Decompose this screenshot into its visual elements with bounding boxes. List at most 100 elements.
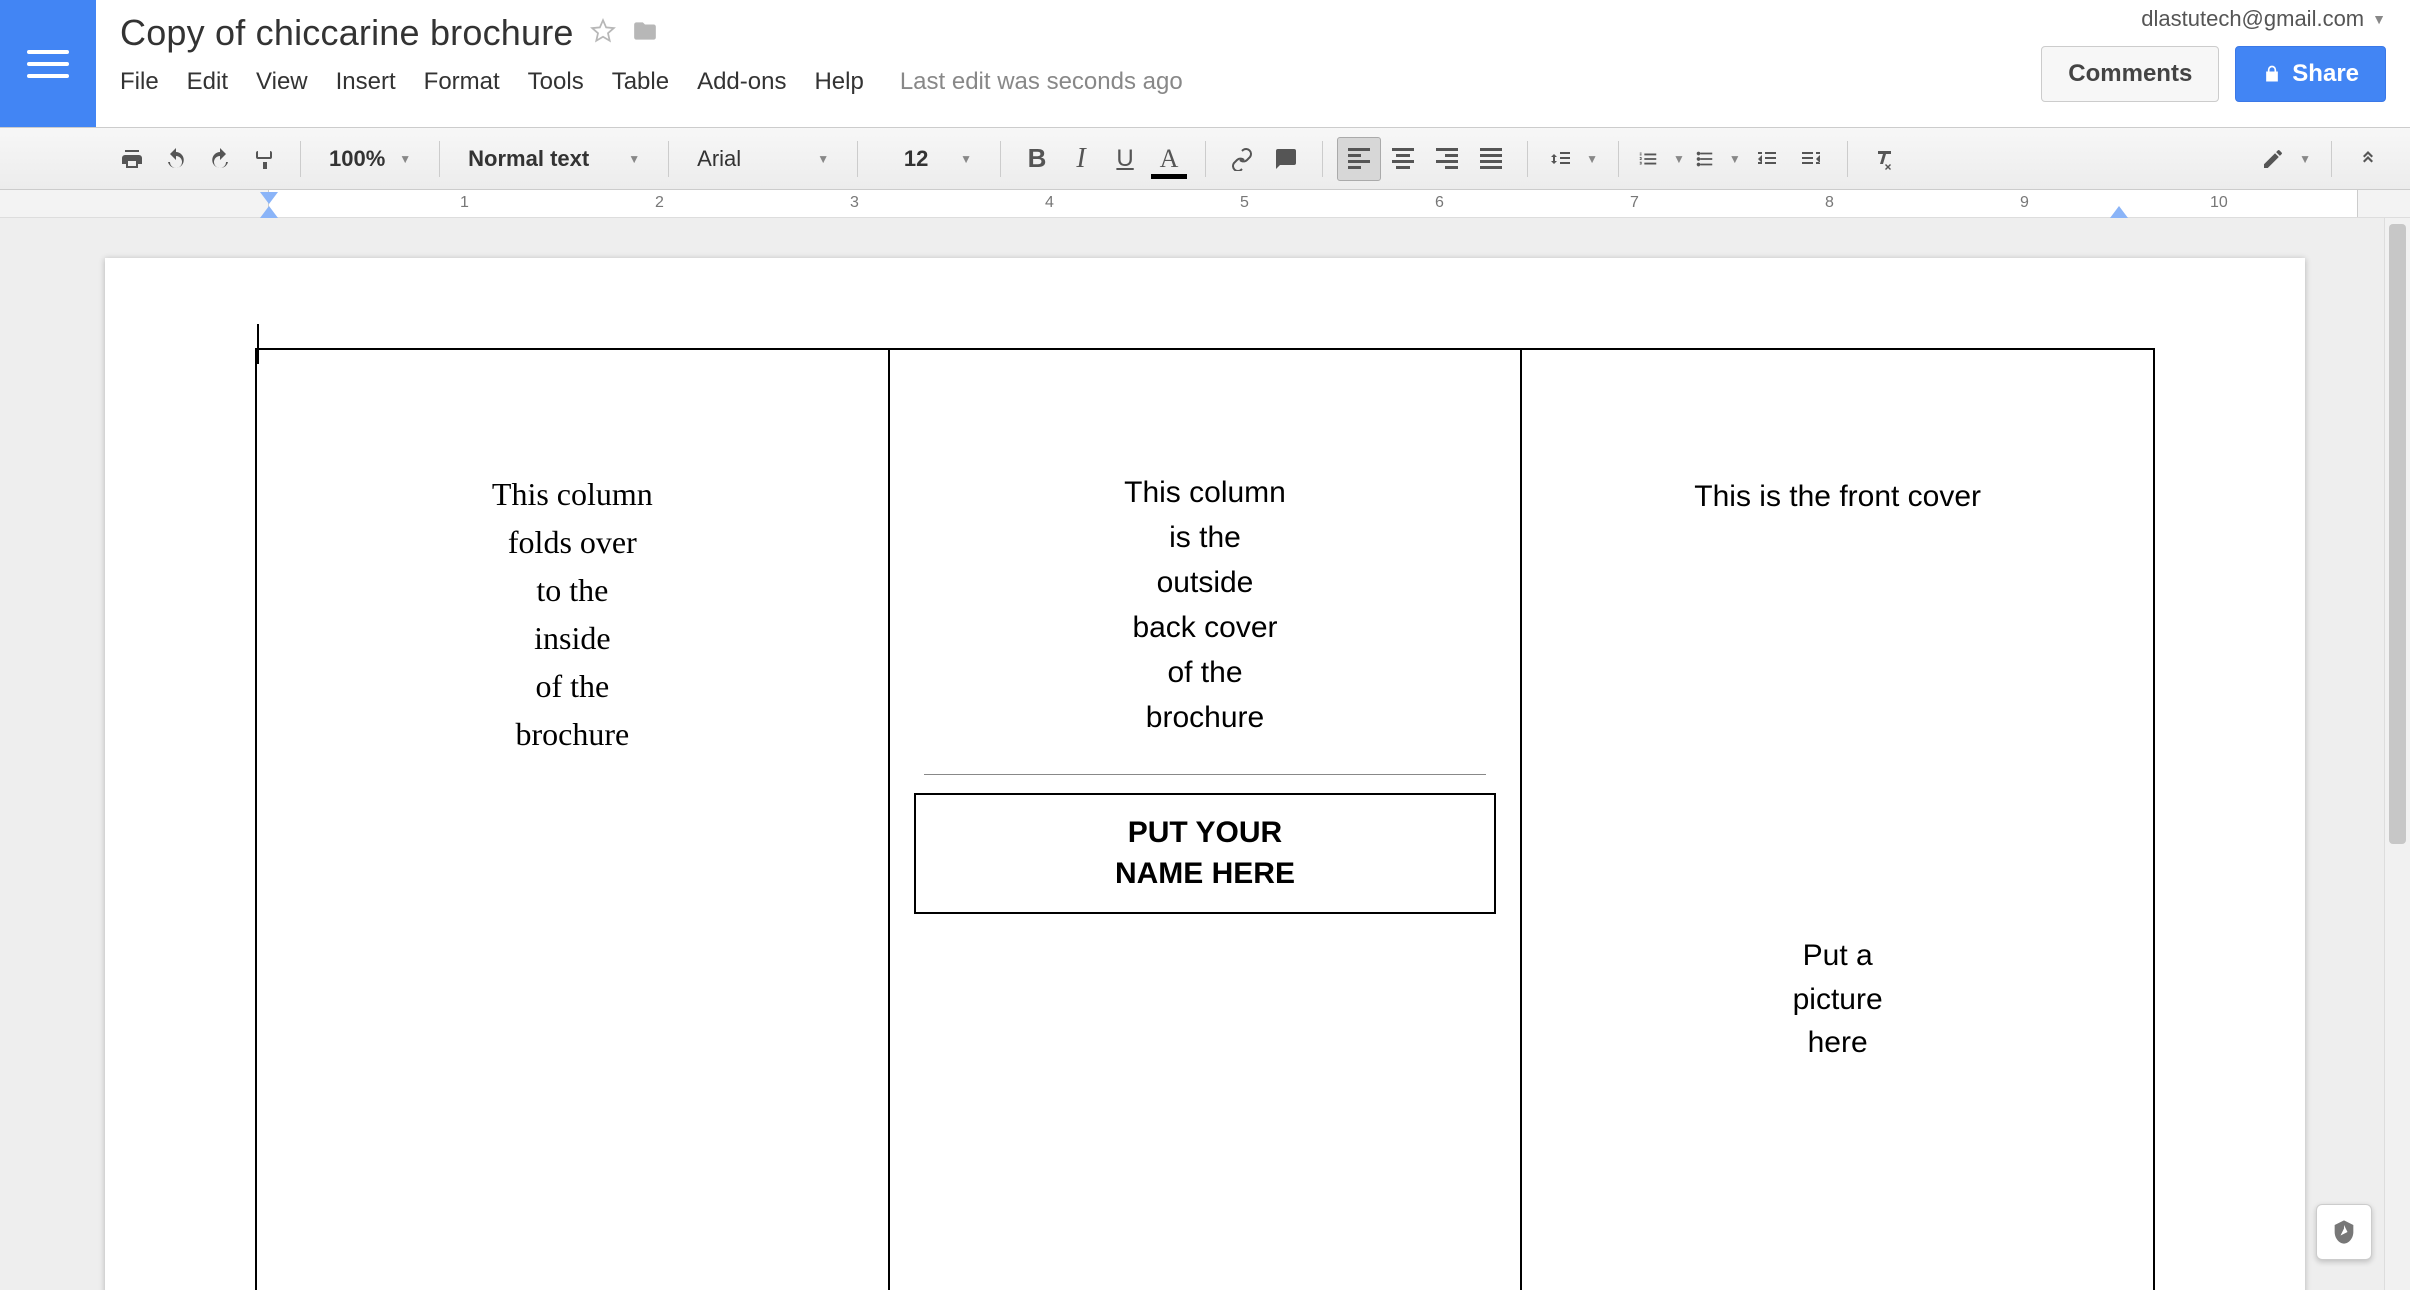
scrollbar-thumb[interactable] — [2389, 224, 2406, 844]
toolbar-separator — [1205, 141, 1206, 177]
name-box-line: NAME HERE — [926, 854, 1485, 895]
col1-line: of the — [281, 662, 864, 710]
mode-dropdown[interactable]: ▼ — [2255, 147, 2317, 171]
toolbar-group-align — [1337, 128, 1513, 189]
docs-header: Copy of chiccarine brochure File Edit Vi… — [0, 0, 2410, 128]
align-left-icon — [1348, 145, 1370, 172]
align-right-icon — [1436, 145, 1458, 172]
italic-button[interactable]: I — [1059, 137, 1103, 181]
header-buttons: Comments Share — [2041, 46, 2386, 102]
toolbar-separator — [1527, 141, 1528, 177]
first-line-indent-marker[interactable] — [260, 192, 278, 204]
col3-heading: This is the front cover — [1546, 480, 2129, 514]
line-spacing-icon — [1548, 147, 1572, 171]
toolbar-group-text-style: B I U A — [1015, 128, 1191, 189]
numbered-list-icon — [1637, 148, 1659, 170]
share-button[interactable]: Share — [2235, 46, 2386, 102]
collapse-toolbar-button[interactable] — [2346, 137, 2390, 181]
col2-line: is the — [914, 515, 1497, 560]
undo-icon — [164, 147, 188, 171]
text-cursor — [257, 324, 259, 364]
color-bar — [1151, 174, 1187, 179]
caret-down-icon: ▼ — [1729, 152, 1741, 166]
align-justify-icon — [1480, 145, 1502, 172]
document-page[interactable]: This column folds over to the inside of … — [105, 258, 2305, 1290]
menu-edit[interactable]: Edit — [187, 68, 228, 96]
ruler-label: 6 — [1435, 194, 1444, 212]
menu-table[interactable]: Table — [612, 68, 669, 96]
menu-insert[interactable]: Insert — [336, 68, 396, 96]
menu-format[interactable]: Format — [424, 68, 500, 96]
folder-icon[interactable] — [632, 18, 658, 49]
print-button[interactable] — [110, 137, 154, 181]
caret-down-icon: ▼ — [960, 152, 972, 166]
main-menu-button[interactable] — [0, 0, 96, 127]
align-right-button[interactable] — [1425, 137, 1469, 181]
clear-formatting-button[interactable] — [1862, 137, 1906, 181]
bulleted-list-button[interactable]: ▼ — [1689, 148, 1745, 170]
outdent-icon — [1755, 147, 1779, 171]
vertical-scrollbar[interactable] — [2384, 218, 2410, 1290]
insert-comment-button[interactable] — [1264, 137, 1308, 181]
zoom-dropdown[interactable]: 100% ▼ — [315, 146, 425, 172]
ruler-inner: 1 2 3 4 5 6 7 8 9 10 — [110, 190, 2370, 217]
font-dropdown[interactable]: Arial ▼ — [683, 146, 843, 172]
star-icon[interactable] — [590, 18, 616, 49]
insert-link-button[interactable] — [1220, 137, 1264, 181]
brochure-col2[interactable]: This column is the outside back cover of… — [889, 349, 1522, 1290]
undo-button[interactable] — [154, 137, 198, 181]
name-box-wrap: PUT YOUR NAME HERE — [914, 770, 1497, 914]
ruler-label: 7 — [1630, 194, 1639, 212]
caret-down-icon: ▼ — [2299, 152, 2311, 166]
document-scroll-area[interactable]: This column folds over to the inside of … — [0, 218, 2410, 1290]
col1-line: folds over — [281, 518, 864, 566]
font-size-dropdown[interactable]: 12 ▼ — [872, 146, 986, 172]
explore-button[interactable] — [2316, 1204, 2372, 1260]
col2-line: brochure — [914, 695, 1497, 740]
menu-file[interactable]: File — [120, 68, 159, 96]
bold-button[interactable]: B — [1015, 137, 1059, 181]
numbered-list-button[interactable]: ▼ — [1633, 148, 1689, 170]
left-indent-marker[interactable] — [260, 206, 278, 218]
line-spacing-dropdown[interactable]: ▼ — [1542, 147, 1604, 171]
paint-format-button[interactable] — [242, 137, 286, 181]
decrease-indent-button[interactable] — [1745, 137, 1789, 181]
lock-icon — [2262, 62, 2282, 86]
menu-view[interactable]: View — [256, 68, 308, 96]
underline-button[interactable]: U — [1103, 137, 1147, 181]
menu-help[interactable]: Help — [814, 68, 863, 96]
text-color-button[interactable]: A — [1147, 137, 1191, 181]
menu-tools[interactable]: Tools — [528, 68, 584, 96]
brochure-col1[interactable]: This column folds over to the inside of … — [256, 349, 889, 1290]
caret-down-icon: ▼ — [817, 152, 829, 166]
ruler-label: 8 — [1825, 194, 1834, 212]
toolbar-group-link-comment — [1220, 128, 1308, 189]
print-icon — [120, 147, 144, 171]
caret-down-icon: ▼ — [628, 152, 640, 166]
col2-line: of the — [914, 650, 1497, 695]
name-box[interactable]: PUT YOUR NAME HERE — [914, 793, 1497, 914]
horizontal-ruler[interactable]: 1 2 3 4 5 6 7 8 9 10 — [0, 190, 2410, 218]
increase-indent-button[interactable] — [1789, 137, 1833, 181]
document-title[interactable]: Copy of chiccarine brochure — [120, 12, 574, 54]
ruler-label: 1 — [460, 194, 469, 212]
right-indent-marker[interactable] — [2110, 206, 2128, 218]
header-right: dlastutech@gmail.com ▼ Comments Share — [2041, 6, 2386, 102]
account-menu[interactable]: dlastutech@gmail.com ▼ — [2141, 6, 2386, 32]
menu-addons[interactable]: Add-ons — [697, 68, 786, 96]
align-left-button[interactable] — [1337, 137, 1381, 181]
name-box-divider — [924, 774, 1487, 775]
align-center-button[interactable] — [1381, 137, 1425, 181]
ruler-label: 5 — [1240, 194, 1249, 212]
redo-button[interactable] — [198, 137, 242, 181]
paragraph-style-dropdown[interactable]: Normal text ▼ — [454, 146, 654, 172]
last-edit-label: Last edit was seconds ago — [900, 68, 1183, 96]
name-box-line: PUT YOUR — [926, 813, 1485, 854]
comments-button[interactable]: Comments — [2041, 46, 2219, 102]
col3-picture-line: here — [1546, 1021, 2129, 1065]
align-justify-button[interactable] — [1469, 137, 1513, 181]
brochure-table[interactable]: This column folds over to the inside of … — [255, 348, 2155, 1290]
brochure-col3[interactable]: This is the front cover Put a picture he… — [1521, 349, 2154, 1290]
col3-picture-line: Put a — [1546, 934, 2129, 978]
paint-roller-icon — [252, 147, 276, 171]
